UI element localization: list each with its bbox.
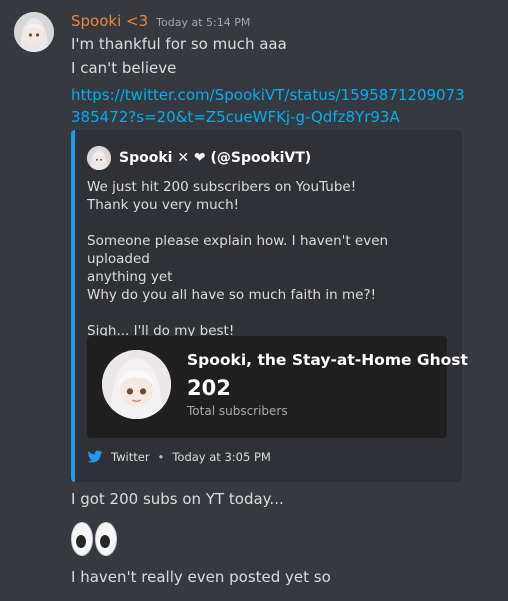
channel-avatar <box>102 350 171 419</box>
chat-message-group: Spooki <3 Today at 5:14 PM I'm thankful … <box>0 0 508 601</box>
message-header: Spooki <3 Today at 5:14 PM <box>71 12 250 32</box>
footer-source: Twitter <box>111 450 150 464</box>
twitter-bird-icon <box>87 450 103 463</box>
subscriber-label: Total subscribers <box>187 404 288 418</box>
message-line-1: I'm thankful for so much aaa <box>71 35 287 53</box>
message-timestamp: Today at 5:14 PM <box>156 16 251 29</box>
tweet-link[interactable]: https://twitter.com/SpookiVT/status/1595… <box>71 84 471 128</box>
message-line-2: I can't believe <box>71 59 177 77</box>
channel-title: Spooki, the Stay-at-Home Ghost <box>187 351 468 369</box>
description-line: We just hit 200 subscribers on YouTube! <box>87 179 357 195</box>
description-line: Thank you very much! <box>87 197 240 213</box>
footer-time: Today at 3:05 PM <box>172 450 271 464</box>
right-eye-icon <box>95 522 117 556</box>
embed-author[interactable]: Spooki ✕ ❤ (@SpookiVT) <box>87 146 311 170</box>
footer-separator: • <box>157 450 165 464</box>
description-line: Someone please explain how. I haven't ev… <box>87 233 389 267</box>
embed-author-avatar <box>87 146 111 170</box>
author-avatar-image <box>14 12 54 52</box>
message-line-3: I got 200 subs on YT today... <box>71 490 284 508</box>
author-username[interactable]: Spooki <3 <box>71 12 148 30</box>
description-line: Why do you all have so much faith in me?… <box>87 287 376 303</box>
subscriber-count: 202 <box>187 376 231 400</box>
author-avatar[interactable] <box>14 12 54 52</box>
tweet-embed: Spooki ✕ ❤ (@SpookiVT) We just hit 200 s… <box>71 130 468 482</box>
left-eye-icon <box>71 522 93 556</box>
eyes-emoji[interactable] <box>71 517 121 561</box>
embed-author-name[interactable]: Spooki ✕ ❤ (@SpookiVT) <box>119 150 311 166</box>
embed-footer: Twitter • Today at 3:05 PM <box>87 449 271 465</box>
embed-image-card[interactable]: Spooki, the Stay-at-Home Ghost 202 Total… <box>87 336 468 438</box>
embed-description: We just hit 200 subscribers on YouTube! … <box>87 178 442 340</box>
message-line-4: I haven't really even posted yet so <box>71 568 331 586</box>
description-line: anything yet <box>87 269 173 285</box>
